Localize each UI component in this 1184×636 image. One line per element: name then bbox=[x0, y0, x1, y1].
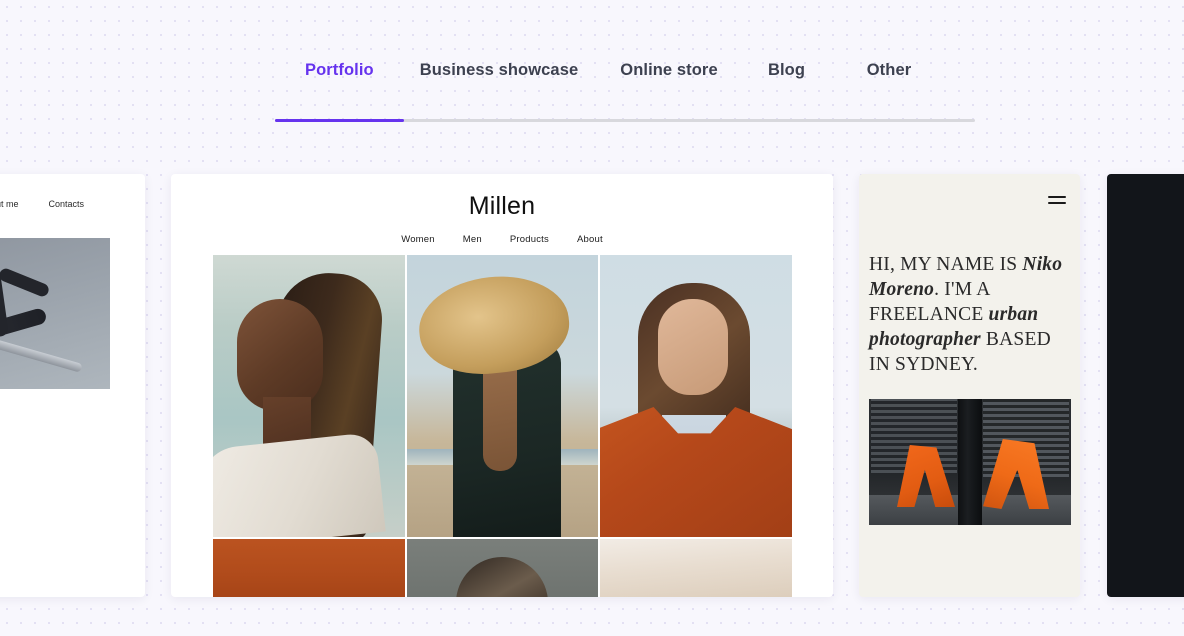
nav-item-contacts: Contacts bbox=[48, 199, 85, 209]
nav-item-men: Men bbox=[462, 234, 482, 245]
tab-business-showcase[interactable]: Business showcase bbox=[404, 62, 594, 103]
tab-other[interactable]: Other bbox=[829, 62, 949, 103]
card-millen-title: Millen bbox=[468, 192, 536, 220]
orange-swatch bbox=[213, 539, 405, 597]
woman-straw-hat-photo bbox=[406, 255, 599, 537]
card-millen-nav: Women Men Products About bbox=[171, 234, 833, 245]
nav-item-women: Women bbox=[401, 234, 435, 245]
card-niko-intro: HI, MY NAME IS Niko Moreno. I'M A FREELA… bbox=[869, 253, 1074, 378]
snowboarder-photo bbox=[0, 238, 110, 389]
template-card-millen[interactable]: Millen Women Men Products About bbox=[171, 174, 833, 597]
intro-text-1: HI, MY NAME IS bbox=[869, 254, 1023, 275]
rail-shape bbox=[0, 328, 83, 373]
coat-shape bbox=[213, 431, 386, 537]
arm-shape bbox=[0, 266, 51, 299]
template-card-niko-moreno[interactable]: HI, MY NAME IS Niko Moreno. I'M A FREELA… bbox=[859, 174, 1080, 597]
template-category-tabbar: Portfolio Business showcase Online store… bbox=[0, 0, 1184, 150]
hair-shape bbox=[456, 557, 549, 597]
hamburger-line-2 bbox=[1048, 202, 1066, 204]
tab-portfolio[interactable]: Portfolio bbox=[275, 62, 404, 103]
face-shape bbox=[658, 299, 729, 395]
card-snowboard-nav: About me Contacts bbox=[0, 199, 145, 209]
woman-braids-photo bbox=[213, 255, 405, 537]
card-millen-photo-grid bbox=[213, 255, 792, 597]
template-card-row: About me Contacts ER Millen Women Men Pr… bbox=[0, 174, 1184, 597]
woman-grey-photo bbox=[406, 539, 599, 597]
template-card-snowboard[interactable]: About me Contacts ER bbox=[0, 174, 145, 597]
tab-active-indicator bbox=[275, 119, 404, 122]
tab-list: Portfolio Business showcase Online store… bbox=[275, 62, 975, 103]
hamburger-line-1 bbox=[1048, 196, 1066, 198]
face-shape bbox=[237, 299, 323, 411]
template-card-dark[interactable]: S P bbox=[1107, 174, 1184, 597]
tab-online-store[interactable]: Online store bbox=[594, 62, 744, 103]
hamburger-icon[interactable] bbox=[1046, 192, 1068, 210]
beige-swatch bbox=[600, 539, 792, 597]
nav-item-about: About bbox=[576, 234, 603, 245]
nav-item-products: Products bbox=[509, 234, 549, 245]
orange-sculpture-nyc-photo bbox=[869, 399, 1071, 525]
tab-progress-track[interactable] bbox=[275, 119, 975, 122]
woman-orange-blazer-photo bbox=[600, 255, 792, 537]
tab-blog[interactable]: Blog bbox=[744, 62, 829, 103]
nav-item-about-me: About me bbox=[0, 199, 19, 209]
foreground-pillar-shape bbox=[958, 399, 982, 525]
